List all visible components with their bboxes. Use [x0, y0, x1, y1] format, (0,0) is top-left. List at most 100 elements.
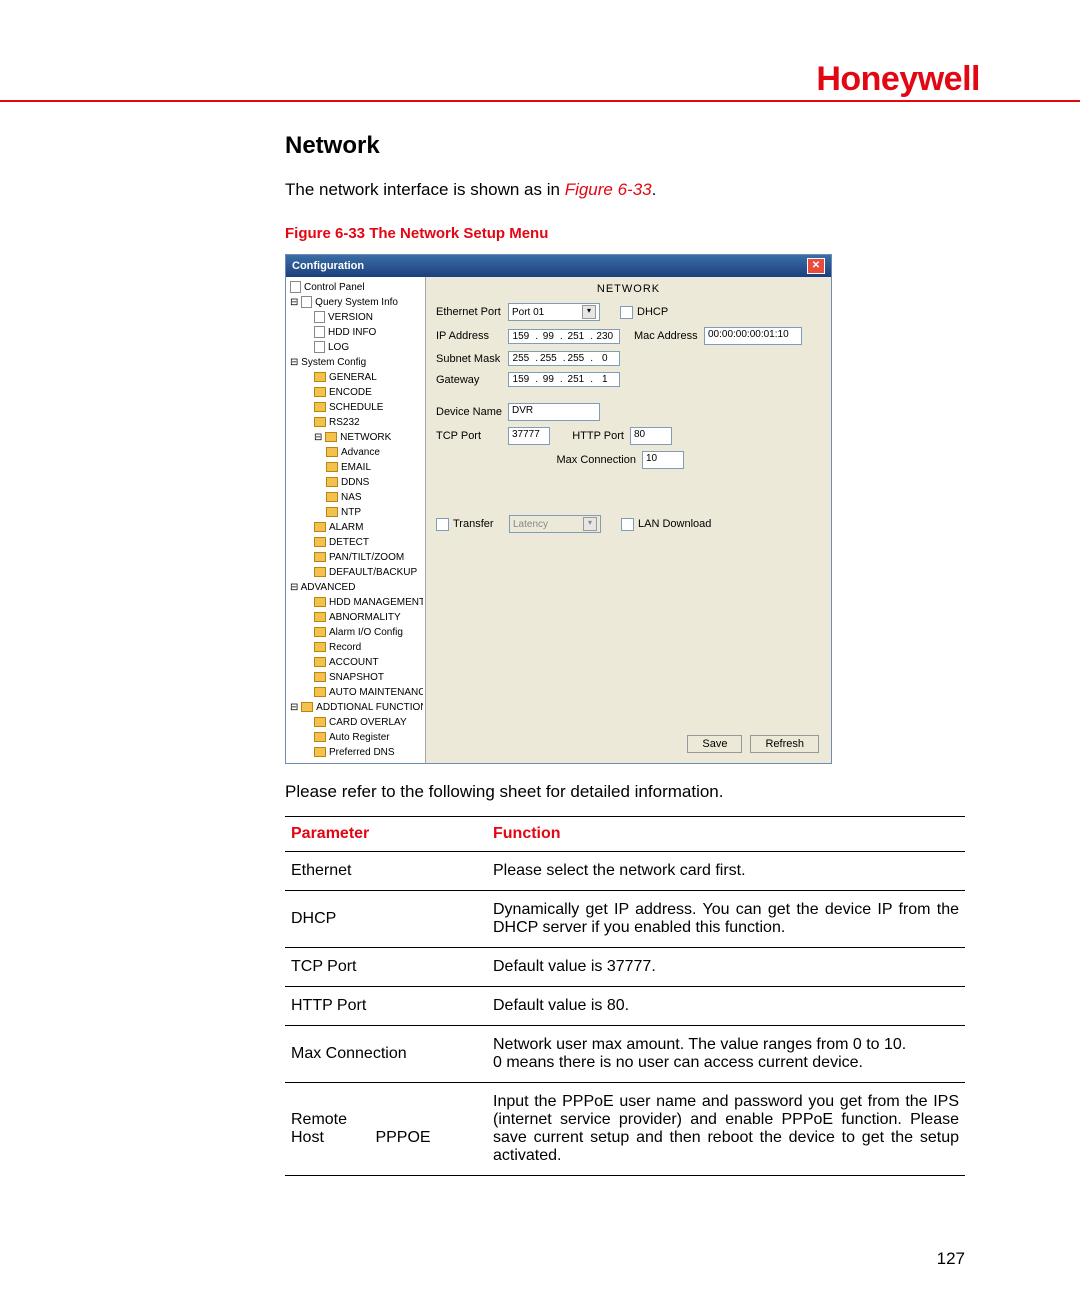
tree-general[interactable]: GENERAL [288, 370, 423, 385]
table-row: Remote Host PPPOE Input the PPPoE user n… [285, 1083, 965, 1176]
intro-prefix: The network interface is shown as in [285, 180, 565, 199]
param-cell: HTTP Port [285, 987, 487, 1026]
figure-reference: Figure 6-33 [565, 180, 652, 199]
tree-record[interactable]: Record [288, 640, 423, 655]
ip-address-input[interactable]: 159 99 251 230 [508, 329, 620, 344]
param-cell: DHCP [285, 891, 487, 948]
tree-advance[interactable]: Advance [288, 445, 423, 460]
param-cell: Max Connection [285, 1026, 487, 1083]
tree-system-config[interactable]: ⊟ System Config [288, 355, 423, 370]
transfer-checkbox[interactable] [436, 518, 449, 531]
tcp-port-label: TCP Port [436, 430, 508, 442]
tree-alarm-io[interactable]: Alarm I/O Config [288, 625, 423, 640]
table-row: HTTP Port Default value is 80. [285, 987, 965, 1026]
tree-additional-function[interactable]: ⊟ ADDTIONAL FUNCTION [288, 700, 423, 715]
tree-ntp[interactable]: NTP [288, 505, 423, 520]
window-title: Configuration [292, 260, 364, 272]
ethernet-port-value: Port 01 [512, 307, 544, 318]
brand-logo: Honeywell [816, 60, 980, 99]
http-port-label: HTTP Port [564, 430, 630, 442]
intro-text: The network interface is shown as in Fig… [285, 180, 965, 200]
tree-network[interactable]: ⊟ NETWORK [288, 430, 423, 445]
mac-address-label: Mac Address [634, 330, 704, 342]
ethernet-port-label: Ethernet Port [436, 306, 508, 318]
close-icon[interactable]: ✕ [807, 258, 825, 274]
dhcp-label: DHCP [637, 306, 668, 318]
ethernet-port-select[interactable]: Port 01 ▾ [508, 303, 600, 321]
table-header-parameter: Parameter [285, 817, 487, 852]
func-cell: Dynamically get IP address. You can get … [487, 891, 965, 948]
tree-alarm[interactable]: ALARM [288, 520, 423, 535]
refresh-button[interactable]: Refresh [750, 735, 819, 753]
configuration-window: Configuration ✕ Control Panel ⊟ Query Sy… [285, 254, 832, 764]
chevron-down-icon: ▾ [583, 517, 597, 531]
save-button[interactable]: Save [687, 735, 742, 753]
tree-preferred-dns[interactable]: Preferred DNS [288, 745, 423, 760]
func-cell: Input the PPPoE user name and password y… [487, 1083, 965, 1176]
tree-nas[interactable]: NAS [288, 490, 423, 505]
table-row: Ethernet Please select the network card … [285, 852, 965, 891]
func-cell: Default value is 37777. [487, 948, 965, 987]
device-name-input[interactable]: DVR [508, 403, 600, 421]
param-cell: Ethernet [285, 852, 487, 891]
tree-hdd-info[interactable]: HDD INFO [288, 325, 423, 340]
table-row: Max Connection Network user max amount. … [285, 1026, 965, 1083]
parameter-table: Parameter Function Ethernet Please selec… [285, 816, 965, 1176]
func-cell: Please select the network card first. [487, 852, 965, 891]
tree-hdd-mgmt[interactable]: HDD MANAGEMENT [288, 595, 423, 610]
after-figure-text: Please refer to the following sheet for … [285, 782, 965, 802]
table-row: DHCP Dynamically get IP address. You can… [285, 891, 965, 948]
max-connection-input[interactable]: 10 [642, 451, 684, 469]
tree-log[interactable]: LOG [288, 340, 423, 355]
tree-auto-register[interactable]: Auto Register [288, 730, 423, 745]
dhcp-checkbox[interactable] [620, 306, 633, 319]
tree-email[interactable]: EMAIL [288, 460, 423, 475]
tcp-port-input[interactable]: 37777 [508, 427, 550, 445]
subnet-label: Subnet Mask [436, 353, 508, 365]
ip-address-label: IP Address [436, 330, 508, 342]
window-titlebar: Configuration ✕ [286, 255, 831, 277]
tree-ptz[interactable]: PAN/TILT/ZOOM [288, 550, 423, 565]
page-number: 127 [937, 1249, 965, 1269]
figure-caption: Figure 6-33 The Network Setup Menu [285, 225, 965, 242]
chevron-down-icon[interactable]: ▾ [582, 305, 596, 319]
param-cell: Remote Host PPPOE [285, 1083, 487, 1176]
lan-download-label: LAN Download [638, 518, 711, 530]
tree-detect[interactable]: DETECT [288, 535, 423, 550]
tree-control-panel[interactable]: Control Panel [288, 280, 423, 295]
subnet-input[interactable]: 255 255 255 0 [508, 351, 620, 366]
tree-snapshot[interactable]: SNAPSHOT [288, 670, 423, 685]
transfer-label: Transfer [453, 518, 509, 530]
max-connection-label: Max Connection [556, 454, 642, 466]
param-pppoe: PPPOE [375, 1129, 430, 1146]
transfer-value: Latency [513, 519, 548, 530]
device-name-label: Device Name [436, 406, 508, 418]
tree-advanced[interactable]: ⊟ ADVANCED [288, 580, 423, 595]
gateway-label: Gateway [436, 374, 508, 386]
transfer-select: Latency ▾ [509, 515, 601, 533]
tree-encode[interactable]: ENCODE [288, 385, 423, 400]
section-heading: Network [285, 132, 965, 160]
http-port-input[interactable]: 80 [630, 427, 672, 445]
tree-account[interactable]: ACCOUNT [288, 655, 423, 670]
param-cell: TCP Port [285, 948, 487, 987]
table-row: TCP Port Default value is 37777. [285, 948, 965, 987]
nav-tree: Control Panel ⊟ Query System Info VERSIO… [286, 277, 426, 763]
func-cell: Network user max amount. The value range… [487, 1026, 965, 1083]
tree-ddns[interactable]: DDNS [288, 475, 423, 490]
param-remote-host: Remote Host [291, 1111, 371, 1147]
panel-title: NETWORK [436, 283, 821, 295]
lan-download-checkbox[interactable] [621, 518, 634, 531]
func-cell: Default value is 80. [487, 987, 965, 1026]
tree-default-backup[interactable]: DEFAULT/BACKUP [288, 565, 423, 580]
tree-card-overlay[interactable]: CARD OVERLAY [288, 715, 423, 730]
tree-auto-maint[interactable]: AUTO MAINTENANCE [288, 685, 423, 700]
tree-abnormality[interactable]: ABNORMALITY [288, 610, 423, 625]
tree-version[interactable]: VERSION [288, 310, 423, 325]
gateway-input[interactable]: 159 99 251 1 [508, 372, 620, 387]
tree-query[interactable]: ⊟ Query System Info [288, 295, 423, 310]
tree-rs232[interactable]: RS232 [288, 415, 423, 430]
tree-schedule[interactable]: SCHEDULE [288, 400, 423, 415]
intro-suffix: . [652, 180, 657, 199]
mac-address-input[interactable]: 00:00:00:00:01:10 [704, 327, 802, 345]
